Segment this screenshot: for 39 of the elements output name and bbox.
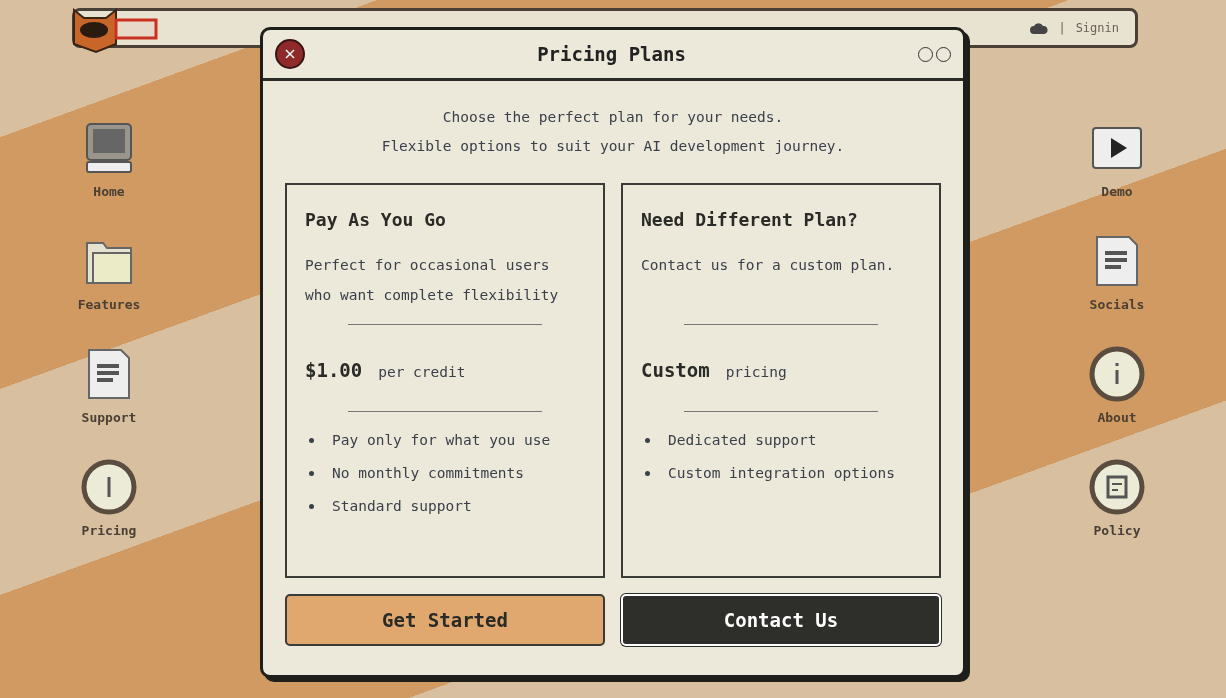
plan-description: Perfect for occasional users who want complete flexibility [305,256,560,305]
desktop-icon-label[interactable]: Support [81,410,137,425]
feature-text: Pay only for what you use [332,432,551,448]
policy-icon [1089,459,1145,515]
desktop-icon-label[interactable]: Policy [1093,523,1141,538]
signin-link[interactable]: Signin [1075,21,1119,35]
plan-button[interactable]: Get Started [285,594,605,646]
coin-icon [81,459,137,515]
price-unit: pricing [725,364,787,380]
plan-price: $1.00 [305,359,363,381]
desktop-icon-label[interactable]: Pricing [81,523,137,538]
plan-name: Pay As You Go [305,209,447,230]
feature-text: Dedicated support [668,432,817,448]
close-icon [284,48,296,60]
feature-text: No monthly commitments [332,465,525,481]
window-title: Pricing Plans [537,43,686,65]
bullet-icon [309,470,314,476]
bullet-icon [645,437,650,443]
plan-price: Custom [641,359,710,381]
bullet-icon [309,437,314,443]
separator-text: | [1058,21,1066,35]
feature-text: Custom integration options [668,465,895,481]
plan-button[interactable]: Contact Us [621,594,941,646]
close-button[interactable] [275,39,305,69]
feature-text: Standard support [332,498,472,514]
price-unit: per credit [378,364,466,380]
bullet-icon [309,503,314,509]
desktop-icon-label[interactable]: Socials [1089,297,1145,312]
cloud-icon [1030,22,1049,34]
intro-text: Flexible options to suit your AI development journey. [380,137,846,156]
desktop-icon-label[interactable]: About [1097,410,1137,425]
desktop-icon-label[interactable]: Demo [1101,184,1133,199]
desktop-icon-label[interactable]: Home [93,184,125,199]
desktop-icon-label[interactable]: Features [77,297,141,312]
info-icon [1089,346,1145,402]
bullet-icon [645,470,650,476]
plan-name: Need Different Plan? [641,209,859,230]
plan-description: Contact us for a custom plan. [641,256,896,275]
intro-text: Choose the perfect plan for your needs. [441,108,785,127]
